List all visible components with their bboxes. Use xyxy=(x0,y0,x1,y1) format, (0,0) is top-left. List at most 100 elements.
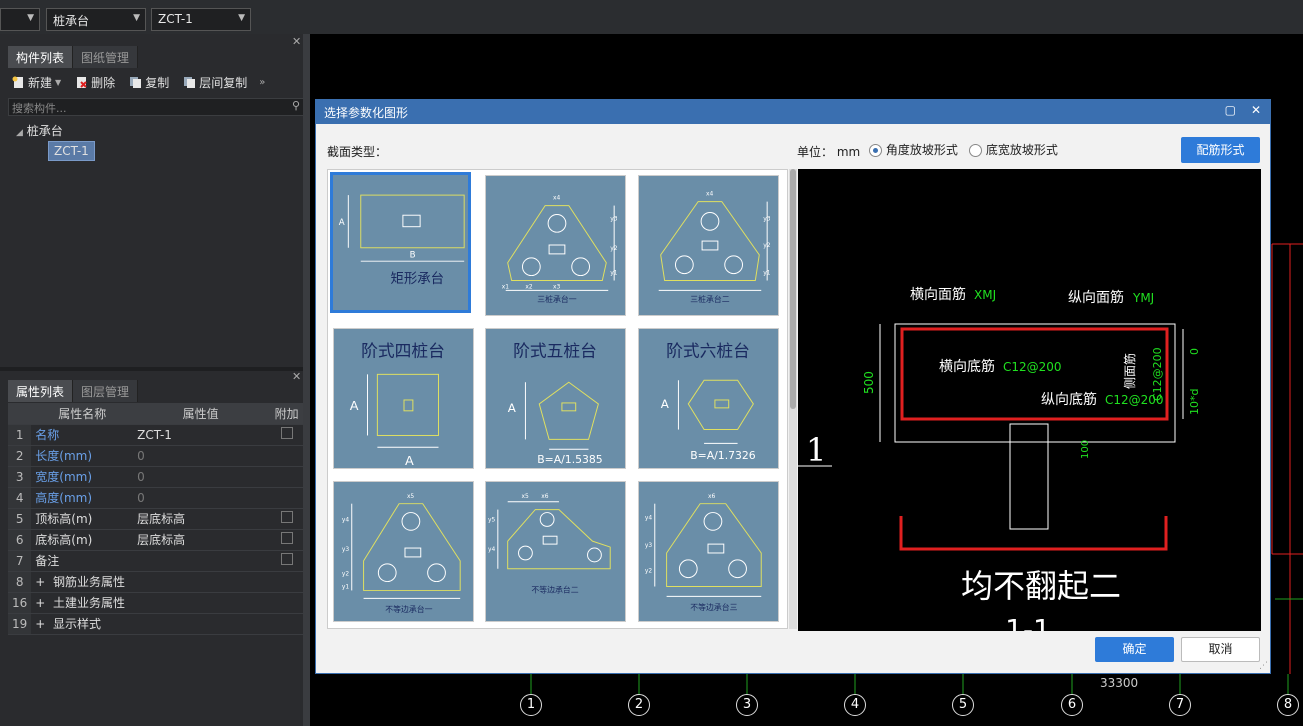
new-label: 新建 xyxy=(28,75,53,90)
tab-layer-manage[interactable]: 图层管理 xyxy=(73,380,139,402)
shape-label: 阶式五桩台 xyxy=(513,341,597,361)
axis-label-8: 8 xyxy=(1277,694,1299,716)
tab-drawing-manage[interactable]: 图纸管理 xyxy=(73,46,139,68)
component-combo-value: ZCT-1 xyxy=(158,12,193,26)
shape-unequal-1[interactable]: x5 y4 y3 y2 y1 不等边承台一 xyxy=(333,481,474,622)
radio-icon[interactable] xyxy=(869,144,882,157)
col-name: 属性名称 xyxy=(31,403,134,425)
svg-text:x6: x6 xyxy=(708,494,715,500)
shape-rect[interactable]: A B 矩形承台 xyxy=(330,172,471,313)
table-row[interactable]: 6 底标高(m) 层底标高 xyxy=(8,529,305,551)
tab-component-list[interactable]: 构件列表 xyxy=(8,46,74,68)
shape-unequal-2[interactable]: x5 x6 y5 y4 不等边承台二 xyxy=(485,481,626,622)
property-panel: 属性列表 图层管理 属性名称 属性值 附加 1 名称 ZCT-1 2 长度(mm) 0 … xyxy=(8,371,305,726)
section-mark: 1 xyxy=(806,431,826,469)
svg-text:y5: y5 xyxy=(488,517,495,523)
resize-grip-icon[interactable]: ⋰ xyxy=(1259,661,1268,671)
svg-text:100: 100 xyxy=(1080,440,1091,459)
checkbox[interactable] xyxy=(280,427,293,439)
new-button[interactable]: 新建 ▼ xyxy=(12,74,61,91)
svg-text:y2: y2 xyxy=(645,569,652,575)
shape-unequal-3[interactable]: x6 y4 y3 y2 不等边承台三 xyxy=(638,481,779,622)
preview-note: 均不翻起二 xyxy=(961,567,1121,605)
component-combo[interactable]: ZCT-1 ▼ xyxy=(151,8,251,31)
radio-icon[interactable] xyxy=(969,144,982,157)
close-icon[interactable]: ✕ xyxy=(292,35,301,48)
search-input[interactable]: 搜索构件... ⚲ xyxy=(8,98,305,116)
radio-width-slope[interactable]: 底宽放坡形式 xyxy=(969,141,1058,158)
copy-button[interactable]: 复制 xyxy=(129,74,169,91)
shape-gallery: A B 矩形承台 x4 x1 x2 x3 y3 y2 y1 三桩承台一 x4 y… xyxy=(327,169,788,629)
table-row[interactable]: 7 备注 xyxy=(8,550,305,572)
svg-text:纵向面筋: 纵向面筋 xyxy=(1068,289,1124,306)
expand-icon[interactable]: + xyxy=(35,596,45,610)
more-icon[interactable]: » xyxy=(259,77,265,88)
expand-icon[interactable]: + xyxy=(35,617,45,631)
new-icon xyxy=(12,76,23,88)
ok-button[interactable]: 确定 xyxy=(1095,637,1174,662)
axis-label-3: 3 xyxy=(736,694,758,716)
table-row[interactable]: 8 + 钢筋业务属性 xyxy=(8,571,305,593)
floor-copy-button[interactable]: 层间复制 xyxy=(183,74,247,91)
svg-text:y3: y3 xyxy=(645,543,652,549)
category-combo-value: 桩承台 xyxy=(53,14,90,28)
shape-step-five[interactable]: 阶式五桩台 A B=A/1.5385 xyxy=(485,328,626,469)
table-row[interactable]: 1 名称 ZCT-1 xyxy=(8,424,305,446)
shape-label: 不等边承台三 xyxy=(690,602,737,612)
table-row[interactable]: 19 + 显示样式 xyxy=(8,613,305,635)
rebar-form-button[interactable]: 配筋形式 xyxy=(1181,137,1260,163)
shape-step-six[interactable]: 阶式六桩台 A B=A/1.7326 xyxy=(638,328,779,469)
expand-icon[interactable]: ◢ xyxy=(16,128,23,138)
top-toolbar: ▼ 桩承台 ▼ ZCT-1 ▼ xyxy=(0,0,1303,34)
table-row[interactable]: 16 + 土建业务属性 xyxy=(8,592,305,614)
shape-three-pile-2[interactable]: x4 y3 y2 y1 三桩承台二 xyxy=(638,175,779,316)
expand-icon[interactable]: + xyxy=(35,575,45,589)
checkbox[interactable] xyxy=(280,532,293,544)
svg-text:y1: y1 xyxy=(342,584,349,590)
copy-label: 复制 xyxy=(145,75,170,90)
col-extra: 附加 xyxy=(268,403,305,425)
shape-three-pile-1[interactable]: x4 x1 x2 x3 y3 y2 y1 三桩承台一 xyxy=(485,175,626,316)
table-row[interactable]: 4 高度(mm) 0 xyxy=(8,487,305,509)
scrollbar-thumb[interactable] xyxy=(790,169,796,409)
search-icon[interactable]: ⚲ xyxy=(292,99,300,112)
dim-A: A xyxy=(339,218,345,228)
chevron-down-icon: ▼ xyxy=(133,13,140,23)
cancel-button[interactable]: 取消 xyxy=(1181,637,1260,662)
delete-button[interactable]: 删除 xyxy=(75,74,115,91)
floor-copy-icon xyxy=(184,76,196,88)
panel-splitter[interactable] xyxy=(303,34,310,726)
tree-root[interactable]: ◢ 桩承台 xyxy=(16,122,63,139)
svg-text:x4: x4 xyxy=(706,192,713,198)
copy-icon xyxy=(130,76,142,88)
svg-text:0: 0 xyxy=(1188,348,1201,355)
svg-text:纵向底筋: 纵向底筋 xyxy=(1041,391,1097,408)
property-table: 属性名称 属性值 附加 1 名称 ZCT-1 2 长度(mm) 0 3 宽度(mm) 0 4… xyxy=(8,403,305,635)
svg-text:y2: y2 xyxy=(763,243,770,249)
table-row[interactable]: 3 宽度(mm) 0 xyxy=(8,466,305,488)
gallery-scrollbar[interactable] xyxy=(789,169,797,629)
table-row[interactable]: 2 长度(mm) 0 xyxy=(8,445,305,467)
table-row[interactable]: 5 顶标高(m) 层底标高 xyxy=(8,508,305,530)
tab-property-list[interactable]: 属性列表 xyxy=(8,380,74,402)
category-combo[interactable]: 桩承台 ▼ xyxy=(46,8,146,31)
rect-cap-drawing: A B 矩形承台 xyxy=(339,194,465,287)
floor-combo[interactable]: ▼ xyxy=(0,8,40,31)
dialog-titlebar[interactable]: 选择参数化图形 ▢ ✕ xyxy=(316,100,1270,124)
svg-text:x5: x5 xyxy=(521,494,528,500)
tree-item-zct1[interactable]: ZCT-1 xyxy=(48,141,95,161)
svg-text:y3: y3 xyxy=(342,547,349,553)
svg-text:YMJ: YMJ xyxy=(1132,291,1154,305)
shape-formula: B=A/1.7326 xyxy=(690,449,756,462)
radio-angle-slope[interactable]: 角度放坡形式 xyxy=(869,141,958,158)
maximize-icon[interactable]: ▢ xyxy=(1225,103,1236,117)
checkbox[interactable] xyxy=(280,553,293,565)
checkbox[interactable] xyxy=(280,511,293,523)
axis-label-4: 4 xyxy=(844,694,866,716)
shape-step-four[interactable]: 阶式四桩台 A A xyxy=(333,328,474,469)
svg-text:x2: x2 xyxy=(525,284,532,290)
close-icon[interactable]: ✕ xyxy=(1251,103,1261,117)
svg-text:x4: x4 xyxy=(553,196,560,202)
shape-label: 三桩承台一 xyxy=(537,294,576,304)
unit-label: 单位： mm xyxy=(797,145,861,159)
